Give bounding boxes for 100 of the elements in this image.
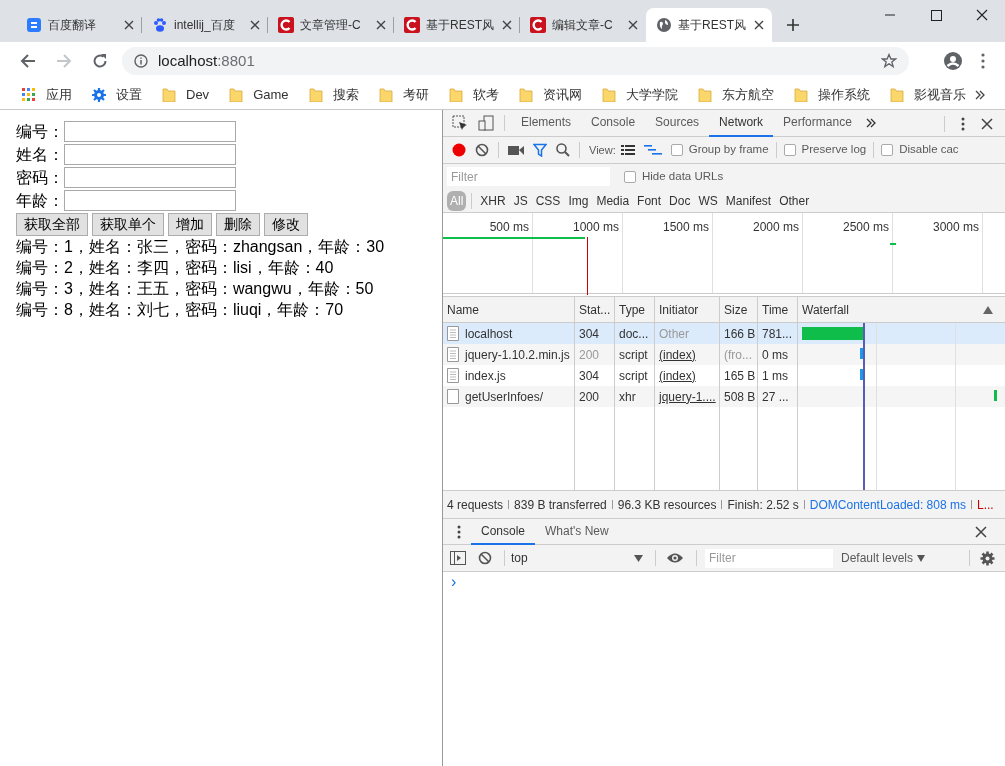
info-icon[interactable]	[134, 54, 148, 68]
type-filter[interactable]: JS	[510, 190, 531, 211]
filter-field[interactable]: Filter	[447, 167, 610, 186]
action-button[interactable]: 增加	[168, 213, 212, 236]
chevron-icon[interactable]	[975, 90, 985, 100]
close-icon[interactable]	[754, 20, 764, 30]
search-icon[interactable]	[556, 143, 570, 157]
column-header[interactable]: Time	[758, 297, 797, 323]
menu-icon[interactable]	[981, 53, 985, 69]
close-icon[interactable]	[376, 20, 386, 30]
devtools-tab[interactable]: Performance	[773, 110, 862, 137]
bookmark[interactable]: 应用	[22, 84, 72, 105]
filter-field[interactable]: Filter	[705, 548, 833, 568]
text-input[interactable]	[64, 144, 236, 165]
column-header[interactable]: Initiator	[655, 297, 719, 323]
bookmark[interactable]: Dev	[162, 84, 210, 105]
type-filter[interactable]: Media	[593, 190, 633, 211]
close-icon[interactable]	[981, 118, 993, 130]
devtools-tab[interactable]: Elements	[511, 110, 582, 137]
action-button[interactable]: 修改	[264, 213, 308, 236]
column-header[interactable]: Type	[615, 297, 654, 323]
checkbox[interactable]	[783, 144, 796, 156]
bookmark[interactable]: Game	[229, 84, 289, 105]
type-filter[interactable]: XHR	[477, 190, 509, 211]
text-input[interactable]	[64, 167, 236, 188]
table-cell: 200	[575, 344, 614, 365]
action-button[interactable]: 获取单个	[92, 213, 164, 236]
request-name[interactable]: index.js	[465, 366, 506, 385]
column-header[interactable]: Name	[443, 297, 574, 323]
waterfall-view-icon[interactable]	[643, 144, 662, 156]
type-filter[interactable]: CSS	[532, 190, 564, 211]
menu-icon[interactable]	[961, 117, 965, 131]
checkbox[interactable]	[881, 144, 894, 156]
bookmark[interactable]: 搜索	[308, 84, 359, 105]
address-bar[interactable]: localhost:8801	[122, 47, 909, 75]
type-filter[interactable]: Img	[565, 190, 592, 211]
filter-icon[interactable]	[533, 143, 547, 157]
type-filter[interactable]: Font	[634, 190, 665, 211]
action-button[interactable]: 删除	[216, 213, 260, 236]
device-icon[interactable]	[478, 115, 494, 131]
list-view-icon[interactable]	[620, 144, 635, 156]
account-icon[interactable]	[943, 51, 963, 71]
record-line: 编号：1，姓名：张三，密码：zhangsan，年龄：30	[16, 237, 386, 257]
table-cell: 200	[575, 386, 614, 407]
text-input[interactable]	[64, 121, 236, 142]
context-dropdown[interactable]: top	[511, 549, 643, 567]
levels-dropdown[interactable]: Default levels	[841, 549, 926, 567]
bookmark[interactable]: 软考	[448, 84, 499, 105]
folder-icon	[378, 87, 393, 102]
field-label: 密码：	[16, 167, 64, 188]
close-icon[interactable]	[628, 20, 638, 30]
type-filter[interactable]: Manifest	[722, 190, 775, 211]
bookmark[interactable]: 影视音乐	[889, 84, 966, 105]
tab-title: 文章管理-C	[300, 17, 362, 34]
type-filter[interactable]: Doc	[666, 190, 694, 211]
drawer-tab[interactable]: What's New	[535, 518, 619, 545]
bookmark[interactable]: 资讯网	[518, 84, 582, 105]
type-filter[interactable]: WS	[695, 190, 721, 211]
settings-icon[interactable]	[980, 550, 995, 566]
type-filter[interactable]: Other	[776, 190, 813, 211]
inspect-icon[interactable]	[452, 115, 468, 131]
checkbox[interactable]	[624, 170, 636, 183]
bookmark[interactable]: 大学学院	[601, 84, 678, 105]
bookmark[interactable]: 设置	[92, 84, 142, 105]
new-tab-icon[interactable]	[786, 18, 800, 32]
menu-icon[interactable]	[457, 524, 461, 539]
table-cell: 27 ...	[758, 386, 797, 407]
dropdown-arrow-icon	[634, 554, 643, 562]
bookmark[interactable]: 操作系统	[793, 84, 870, 105]
text-input[interactable]	[64, 190, 236, 211]
back-icon[interactable]	[20, 53, 36, 69]
column-header[interactable]: Stat...	[575, 297, 614, 323]
table-cell: (fro...	[720, 344, 757, 365]
clear-icon[interactable]	[478, 551, 492, 565]
star-icon[interactable]	[881, 53, 897, 69]
clear-icon[interactable]	[475, 143, 489, 157]
column-header[interactable]: Size	[720, 297, 757, 323]
checkbox[interactable]	[670, 144, 683, 156]
browser-tab[interactable]: 基于REST风	[646, 8, 772, 42]
console-prompt[interactable]: ›	[451, 573, 457, 590]
initiator-link[interactable]: (index)	[655, 344, 719, 365]
close-icon[interactable]	[250, 20, 260, 30]
close-icon[interactable]	[124, 20, 134, 30]
column-header[interactable]: Waterfall	[802, 300, 849, 319]
reload-icon[interactable]	[92, 53, 108, 69]
more-tabs-icon[interactable]	[865, 118, 876, 128]
checkbox-label: Group by frame	[688, 142, 769, 158]
record-icon[interactable]	[452, 143, 466, 157]
devtools-tab[interactable]: Sources	[645, 110, 710, 137]
eye-icon[interactable]	[666, 552, 684, 564]
sort-arrow-icon[interactable]	[983, 305, 993, 314]
initiator-link[interactable]: jquery-1....	[655, 386, 719, 407]
bookmark[interactable]: 考研	[378, 84, 429, 105]
tab-title: 基于REST风	[678, 17, 747, 34]
close-icon[interactable]	[502, 20, 512, 30]
devtools-tab[interactable]: Console	[581, 110, 646, 137]
camera-icon[interactable]	[508, 144, 524, 156]
action-button[interactable]: 获取全部	[16, 213, 88, 236]
bookmark[interactable]: 东方航空	[697, 84, 774, 105]
close-icon[interactable]	[975, 526, 987, 538]
